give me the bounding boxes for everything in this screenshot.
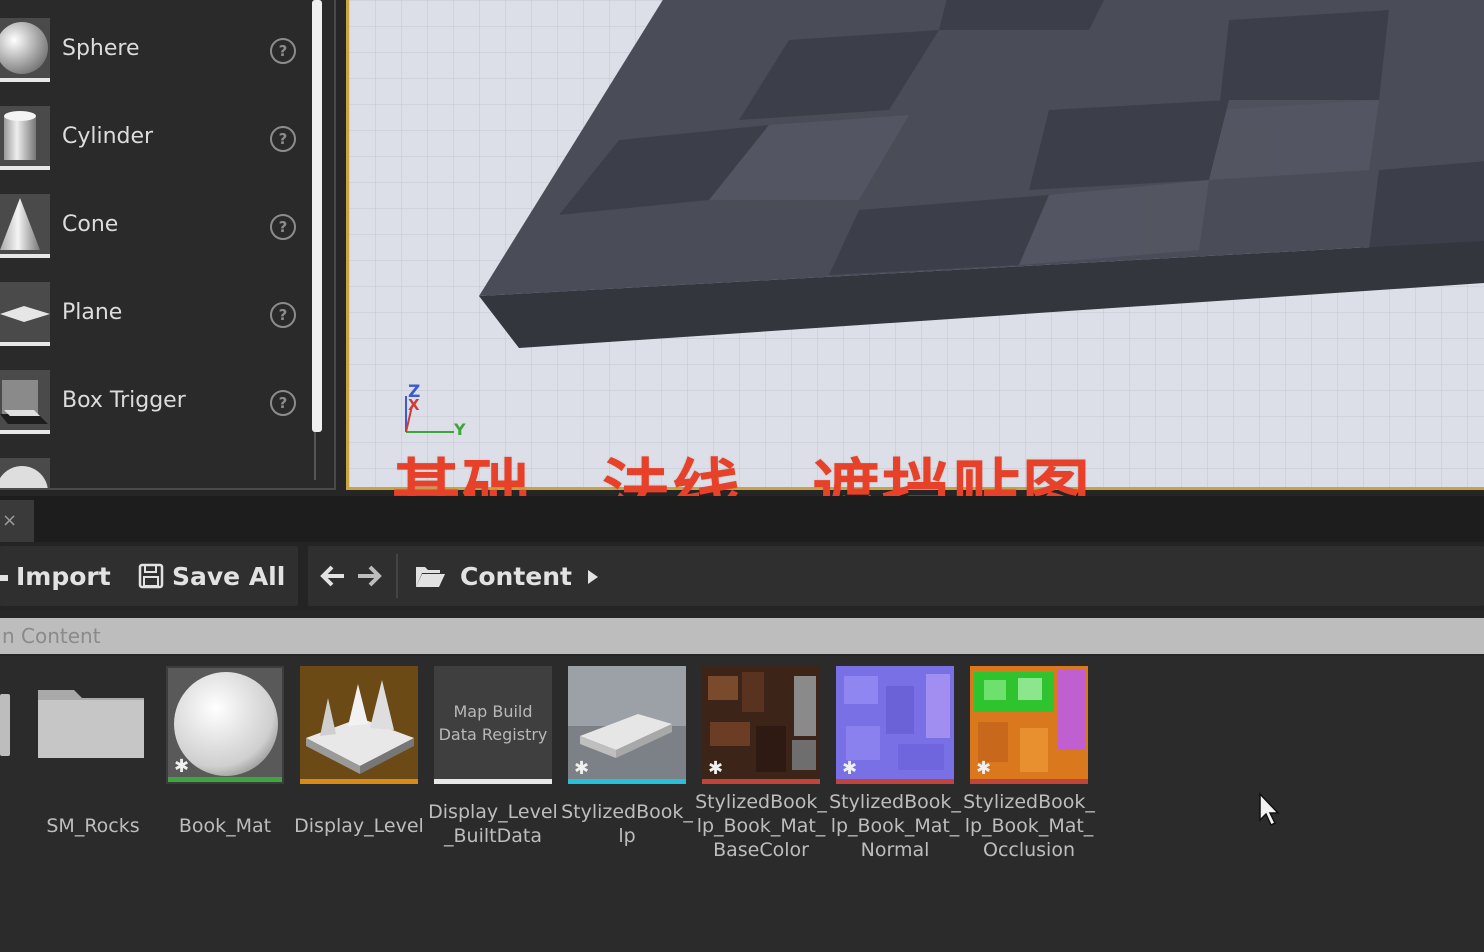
path-content-button[interactable]: Content [414, 560, 572, 594]
place-item-label: Cylinder [62, 124, 154, 149]
cylinder-icon [0, 106, 50, 170]
place-item-cylinder[interactable]: Cylinder ? [0, 102, 305, 182]
asset-type-bar [568, 779, 686, 784]
static-mesh-thumbnail: ✱ [568, 666, 686, 784]
star-icon: ✱ [708, 758, 724, 779]
help-icon[interactable]: ? [270, 214, 296, 240]
folder-icon[interactable] [0, 694, 10, 756]
place-item-label: Cone [62, 212, 119, 237]
tab-strip [0, 496, 1484, 542]
star-icon: ✱ [842, 758, 858, 779]
place-item-label: Sphere [62, 36, 140, 61]
asset-name: StylizedBook_ lp_Book_Mat_ Normal [829, 791, 961, 861]
save-all-button[interactable]: Save All [138, 560, 285, 594]
toolbar-divider [396, 554, 398, 598]
import-label: Import [16, 562, 111, 591]
place-item-box-trigger[interactable]: Box Trigger ? [0, 366, 305, 446]
level-thumbnail [300, 666, 418, 784]
asset-type-bar [168, 777, 282, 782]
asset-type-bar [702, 779, 820, 784]
forward-button[interactable] [354, 560, 384, 594]
asset-name: SM_Rocks [46, 815, 140, 837]
path-expand-button[interactable] [586, 560, 600, 594]
asset-type-bar [970, 779, 1088, 784]
help-icon[interactable]: ? [270, 126, 296, 152]
place-item-partial[interactable] [0, 454, 305, 488]
star-icon: ✱ [174, 756, 190, 777]
viewport-scene [349, 0, 1484, 487]
folder-icon [34, 666, 152, 784]
star-icon: ✱ [574, 758, 590, 779]
asset-type-bar [836, 779, 954, 784]
save-all-label: Save All [172, 562, 286, 591]
asset-name: Book_Mat [178, 815, 272, 837]
place-item-sphere[interactable]: Sphere ? [0, 14, 305, 94]
help-icon[interactable]: ? [270, 390, 296, 416]
asset-name: Display_Level _BuiltData [428, 801, 558, 847]
back-button[interactable] [318, 560, 348, 594]
help-icon[interactable]: ? [270, 302, 296, 328]
asset-type-bar [434, 779, 552, 784]
folder-open-icon [416, 567, 445, 587]
import-icon [0, 575, 8, 581]
box-trigger-icon [0, 370, 50, 434]
asset-name: StylizedBook_ lp_Book_Mat_ BaseColor [695, 791, 827, 861]
asset-name: Display_Level [294, 815, 424, 837]
content-browser-tab-close-button[interactable]: × [0, 500, 34, 542]
place-item-label: Box Trigger [62, 388, 186, 413]
asset-type-bar [300, 779, 418, 784]
caret-right-icon [588, 570, 598, 584]
level-viewport[interactable] [346, 0, 1484, 490]
star-icon: ✱ [976, 758, 992, 779]
search-content-input[interactable] [0, 618, 1484, 654]
import-button[interactable]: Import [0, 560, 111, 594]
help-icon[interactable]: ? [270, 38, 296, 64]
axis-x-label: X [408, 396, 420, 414]
place-item-cone[interactable]: Cone ? [0, 190, 305, 270]
path-content-label: Content [460, 562, 572, 591]
plane-icon [0, 282, 50, 346]
texture-thumbnail: ✱ [702, 666, 820, 784]
sphere-icon [0, 18, 50, 82]
mouse-cursor-icon [1258, 792, 1282, 832]
map-build-data-thumbnail: Map Build Data Registry [434, 666, 552, 784]
material-thumbnail: ✱ [166, 666, 284, 784]
scrollbar-track[interactable] [314, 432, 316, 480]
scrollbar-thumb[interactable] [312, 0, 322, 432]
texture-thumbnail: ✱ [836, 666, 954, 784]
asset-name: StylizedBook_ lp_Book_Mat_ Occlusion [963, 791, 1095, 861]
forward-arrow-icon [358, 565, 382, 587]
thumbnail-text: Map Build Data Registry [438, 702, 548, 744]
texture-thumbnail: ✱ [970, 666, 1088, 784]
place-item-plane[interactable]: Plane ? [0, 278, 305, 358]
place-actors-panel: Sphere ? Cylinder ? Cone ? Plane ? Box T… [0, 0, 336, 490]
back-arrow-icon [320, 565, 344, 587]
cone-icon [0, 194, 50, 258]
place-item-label: Plane [62, 300, 123, 325]
sphere-icon [0, 458, 50, 488]
save-icon [138, 563, 164, 589]
asset-name: StylizedBook_ lp [561, 801, 693, 847]
